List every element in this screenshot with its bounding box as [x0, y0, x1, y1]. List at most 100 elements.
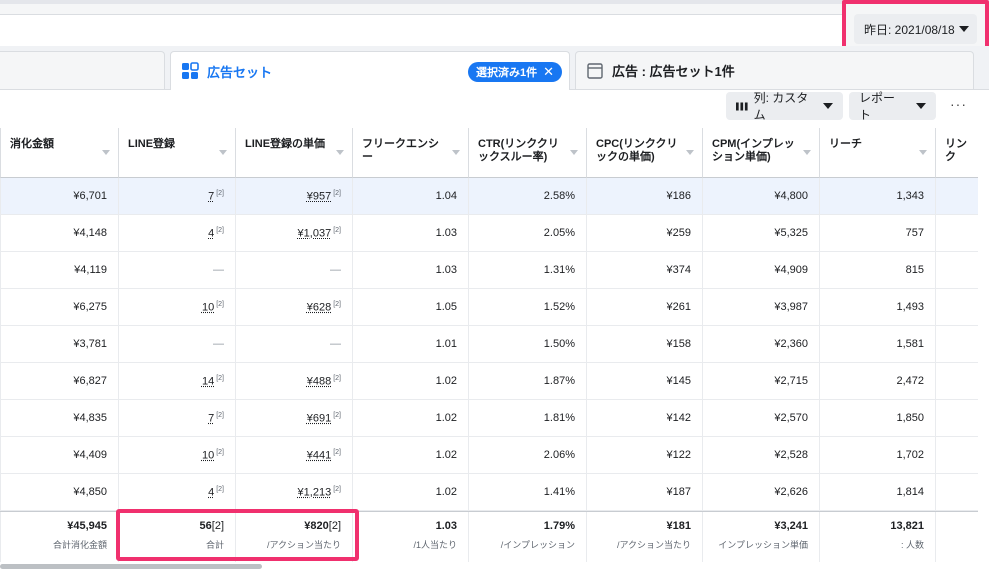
sort-caret-icon[interactable]	[803, 150, 811, 155]
table-cell: 7 [2]	[118, 400, 235, 436]
tab-campaigns[interactable]	[0, 51, 165, 89]
report-button[interactable]: レポート	[849, 91, 936, 122]
cell-text: 2.06%	[543, 449, 575, 461]
cell-text: 2.05%	[543, 227, 575, 239]
tab-ads[interactable]: 広告 : 広告セット1件	[575, 51, 974, 89]
sort-caret-icon[interactable]	[686, 150, 694, 155]
table-cell: ¥6,275	[0, 289, 118, 325]
sort-caret-icon[interactable]	[336, 150, 344, 155]
column-header[interactable]: CPM(インプレッション単価)	[702, 128, 819, 178]
table-row[interactable]: ¥6,827 14 [2] ¥488 [2] 1.02 1.87% ¥145 ¥2,715 2,4…	[0, 363, 978, 400]
table-row[interactable]: ¥4,835 7 [2] ¥691 [2] 1.02 1.81% ¥142 ¥2,570 1,85…	[0, 400, 978, 437]
date-range-selector[interactable]: 昨日: 2021/08/18	[854, 14, 977, 44]
cell-value[interactable]: 7 [2]	[208, 412, 224, 425]
table-cell: ¥4,148	[0, 215, 118, 251]
cell-value[interactable]: ¥957 [2]	[307, 190, 341, 203]
table-row[interactable]: ¥4,409 10 [2] ¥441 [2] 1.02 2.06% ¥122 ¥2,528 1,7…	[0, 437, 978, 474]
table-cell: ¥6,827	[0, 363, 118, 399]
cell-value[interactable]: 10 [2]	[202, 449, 224, 462]
table-row[interactable]: ¥4,850 4 [2] ¥1,213 [2] 1.02 1.41% ¥187 ¥2,626 1,…	[0, 474, 978, 511]
table-cell: 1.81%	[468, 400, 586, 436]
cell-value[interactable]: ¥441 [2]	[307, 449, 341, 462]
footnote-marker: [2]	[333, 449, 341, 456]
cell-value[interactable]: ¥488 [2]	[307, 375, 341, 388]
cell-text: ¥4,835	[73, 412, 107, 424]
sort-caret-icon[interactable]	[570, 150, 578, 155]
column-header[interactable]: 消化金額	[0, 128, 118, 178]
tab-adsets[interactable]: 広告セット 選択済み1件 ✕	[170, 51, 570, 90]
totals-row: ¥45,945 合計消化金額 56[2] 合計 ¥820[2]/アクション当たり 1.03…	[0, 511, 978, 562]
table-cell: ¥1,213 [2]	[235, 474, 352, 510]
table-cell: ¥6,701	[0, 178, 118, 214]
column-header[interactable]: リンク	[935, 128, 978, 178]
cell-value[interactable]: 4 [2]	[208, 227, 224, 240]
cell-text: ¥2,626	[774, 486, 808, 498]
horizontal-scrollbar[interactable]	[0, 562, 978, 570]
column-header[interactable]: CPC(リンククリックの単価)	[586, 128, 702, 178]
cell-value[interactable]: 7 [2]	[208, 190, 224, 203]
cell-value: 1,814	[896, 486, 924, 498]
total-label: 合計消化金額	[52, 540, 107, 550]
column-header[interactable]: CTR(リンククリックスルー率)	[468, 128, 586, 178]
total-value-text: ¥3,241	[774, 520, 808, 532]
table-cell: —	[118, 252, 235, 288]
cell-value[interactable]: ¥1,037 [2]	[298, 227, 341, 240]
close-icon[interactable]: ✕	[543, 64, 554, 80]
cell-value: ¥261	[667, 301, 691, 313]
cell-text: 1.03	[435, 264, 457, 276]
column-header[interactable]: LINE登録の単価	[235, 128, 352, 178]
table-row[interactable]: ¥4,119 — — 1.03 1.31% ¥374 ¥4,909 815	[0, 252, 978, 289]
cell-value[interactable]: ¥628 [2]	[307, 301, 341, 314]
cell-value[interactable]: ¥691 [2]	[307, 412, 341, 425]
table-cell: 1,581	[819, 326, 935, 362]
table-cell: ¥3,781	[0, 326, 118, 362]
table-row[interactable]: ¥3,781 — — 1.01 1.50% ¥158 ¥2,360 1,581	[0, 326, 978, 363]
column-header[interactable]: LINE登録	[118, 128, 235, 178]
scrollbar-thumb[interactable]	[0, 564, 262, 569]
cell-value: ¥4,119	[74, 264, 107, 276]
table-cell: 1.87%	[468, 363, 586, 399]
sort-caret-icon[interactable]	[219, 150, 227, 155]
cell-text: —	[330, 264, 341, 276]
cell-text: ¥145	[666, 375, 691, 387]
table-cell: 14 [2]	[118, 363, 235, 399]
sort-caret-icon[interactable]	[102, 150, 110, 155]
cell-value: ¥4,409	[73, 449, 107, 461]
table-row[interactable]: ¥6,275 10 [2] ¥628 [2] 1.05 1.52% ¥261 ¥3,987 1,4…	[0, 289, 978, 326]
table-row[interactable]: ¥6,701 7 [2] ¥957 [2] 1.04 2.58% ¥186 ¥4,800 1,34…	[0, 178, 978, 215]
footnote-marker: [2]	[216, 486, 224, 493]
footnote-marker: [2]	[333, 227, 341, 234]
cell-value[interactable]: ¥1,213 [2]	[298, 486, 341, 499]
table-cell	[935, 215, 978, 251]
cell-text: ¥957	[306, 190, 332, 203]
cell-value: ¥4,909	[774, 264, 808, 276]
selected-count-chip[interactable]: 選択済み1件 ✕	[468, 62, 563, 82]
top-bar	[0, 0, 989, 48]
table-cell: ¥2,528	[702, 437, 819, 473]
cell-value[interactable]: 4 [2]	[208, 486, 224, 499]
sort-caret-icon[interactable]	[919, 150, 927, 155]
cell-value: 1,850	[896, 412, 924, 424]
cell-value: ¥6,275	[73, 301, 107, 313]
table-cell: 757	[819, 215, 935, 251]
more-options-icon[interactable]: ···	[950, 96, 967, 112]
column-header[interactable]: フリークエンシー	[352, 128, 468, 178]
cell-value[interactable]: 10 [2]	[202, 301, 224, 314]
date-range-label: 昨日: 2021/08/18	[864, 22, 955, 37]
cell-value: —	[213, 264, 224, 276]
table-row[interactable]: ¥4,148 4 [2] ¥1,037 [2] 1.03 2.05% ¥259 ¥5,325 75…	[0, 215, 978, 252]
total-value: 1.03	[436, 520, 457, 532]
sort-caret-icon[interactable]	[452, 150, 460, 155]
table-cell	[935, 252, 978, 288]
table-cell: ¥1,037 [2]	[235, 215, 352, 251]
filter-bar[interactable]	[0, 14, 842, 48]
cell-text: ¥158	[666, 338, 691, 350]
table-cell: 1,493	[819, 289, 935, 325]
columns-button[interactable]: 列: カスタム	[726, 91, 843, 122]
cell-text: 1,493	[896, 301, 924, 313]
column-header[interactable]: リーチ	[819, 128, 935, 178]
table-cell: 1.03	[352, 252, 468, 288]
level-tabs: 広告セット 選択済み1件 ✕ 広告 : 広告セット1件	[0, 46, 989, 90]
table-cell: 1.02	[352, 474, 468, 510]
cell-value[interactable]: 14 [2]	[202, 375, 224, 388]
